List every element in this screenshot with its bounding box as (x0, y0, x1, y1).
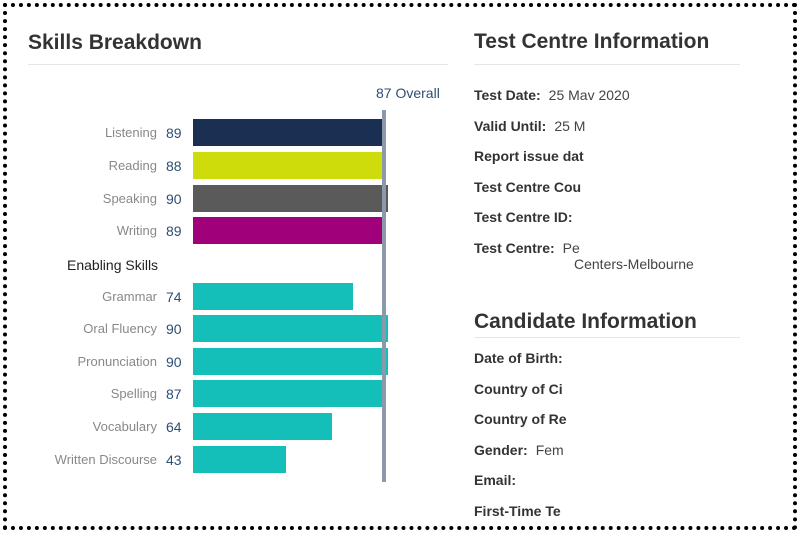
skill-label: Grammar (102, 289, 157, 304)
info-row: Test Centre ID: (474, 209, 581, 225)
info-value: 25 Mav 2020 (548, 87, 630, 103)
skill-label: Vocabulary (92, 419, 157, 434)
skill-label: Listening (104, 125, 157, 140)
skill-bar (193, 380, 382, 407)
skill-score: 64 (166, 419, 182, 435)
info-key: Email: (474, 472, 517, 488)
info-row: Valid Until: 25 M (474, 118, 585, 134)
skill-bar (193, 152, 384, 179)
divider (474, 337, 740, 338)
info-value: Pe (562, 239, 580, 256)
info-key: Test Centre Cou (474, 178, 582, 195)
skill-bar (193, 413, 332, 440)
skill-row: Spelling 87 (0, 380, 800, 408)
divider (474, 64, 740, 65)
test-centre-title: Test Centre Information (474, 30, 710, 53)
skill-label: Writing (116, 223, 157, 238)
skill-score: 90 (166, 354, 182, 370)
overall-score: 87 Overall (376, 85, 440, 101)
info-value: Fem (535, 441, 564, 458)
skill-bar (193, 283, 354, 310)
info-row: Test Date: 25 Mav 2020 (474, 87, 630, 103)
skill-bar (193, 446, 287, 473)
info-row: Test Centre Cou (474, 179, 589, 195)
skill-bar (193, 119, 386, 146)
info-key: Gender: (474, 441, 528, 458)
skill-score: 74 (166, 289, 182, 305)
skill-row: Speaking 90 (0, 185, 800, 213)
info-row: First-Time Te (474, 503, 569, 519)
info-key: First-Time Te (474, 502, 561, 519)
test-centre-name-cont: Centers-Melbourne (574, 256, 694, 272)
info-value: 25 M (554, 117, 586, 134)
overall-line (382, 110, 386, 482)
skill-score: 89 (166, 223, 182, 239)
skill-bar (193, 315, 388, 342)
skill-label: Reading (108, 158, 157, 173)
skill-row: Listening 89 (0, 119, 800, 147)
skill-row: Written Discourse 43 (0, 446, 800, 474)
info-row: Gender: Fem (474, 442, 564, 458)
info-row: Email: (474, 472, 524, 488)
info-key: Test Centre ID: (474, 209, 573, 225)
info-key: Test Date: (474, 87, 541, 103)
skill-label: Spelling (110, 386, 157, 401)
info-key: Test Centre: (474, 239, 555, 256)
info-key: Country of Re (474, 411, 567, 427)
skill-score: 88 (166, 158, 182, 174)
info-key: Valid Until: (474, 117, 547, 134)
info-row: Test Centre: Pe (474, 240, 580, 256)
skill-row: Reading 88 (0, 152, 800, 180)
info-row: Country of Ci (474, 381, 571, 397)
enabling-skills-heading: Enabling Skills (67, 257, 159, 273)
skill-score: 90 (166, 191, 182, 207)
skill-bar (193, 185, 388, 212)
skill-score: 89 (166, 125, 182, 141)
skill-score: 43 (166, 452, 182, 468)
skill-label: Oral Fluency (83, 321, 157, 336)
skill-bar (193, 217, 386, 244)
candidate-title: Candidate Information (474, 310, 697, 333)
skill-bar (193, 348, 388, 375)
info-key: Report issue dat (474, 148, 584, 164)
skill-row: Pronunciation 90 (0, 348, 800, 376)
skill-score: 90 (166, 321, 182, 337)
divider (28, 64, 448, 65)
info-row: Country of Re (474, 411, 575, 427)
skill-label: Speaking (102, 191, 157, 206)
skills-title: Skills Breakdown (28, 31, 202, 54)
skill-label: Pronunciation (77, 354, 158, 369)
info-key: Country of Ci (474, 380, 563, 397)
skill-score: 87 (166, 386, 182, 402)
skill-row: Vocabulary 64 (0, 413, 800, 441)
info-row: Report issue dat (474, 148, 592, 164)
skill-row: Grammar 74 (0, 283, 800, 311)
skill-label: Written Discourse (54, 452, 157, 467)
info-key: Date of Birth: (474, 350, 563, 366)
skill-row: Writing 89 (0, 217, 800, 245)
info-row: Date of Birth: (474, 350, 571, 366)
